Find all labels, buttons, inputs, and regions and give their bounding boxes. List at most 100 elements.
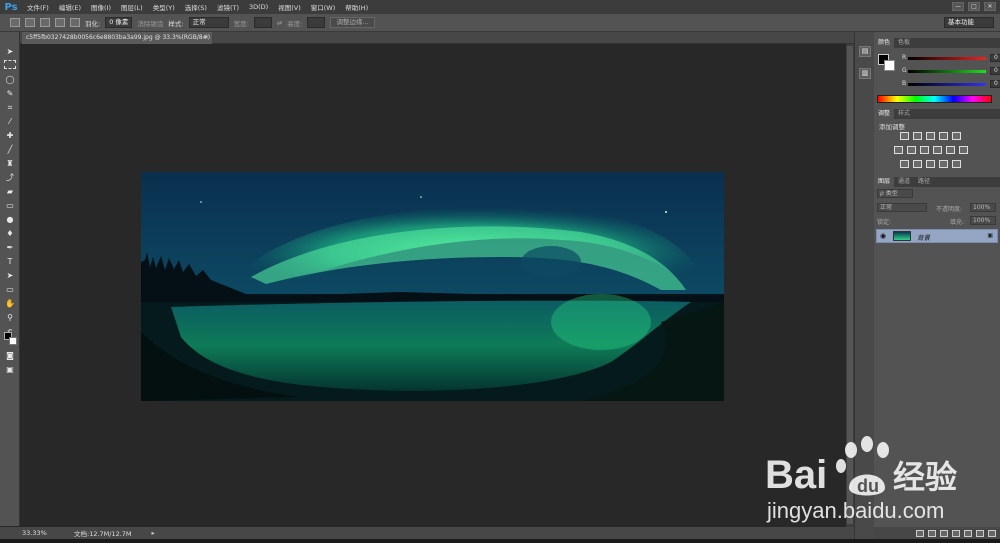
- opacity-input[interactable]: 100%: [970, 203, 996, 212]
- canvas-area[interactable]: [20, 44, 846, 527]
- menu-view[interactable]: 视图(V): [273, 2, 306, 12]
- group-icon[interactable]: [964, 529, 972, 537]
- add-mask-icon[interactable]: [940, 529, 948, 537]
- close-window-button[interactable]: ✕: [984, 2, 996, 11]
- minimize-button[interactable]: —: [952, 2, 964, 11]
- tool-preset-icon[interactable]: [10, 18, 20, 27]
- delete-layer-icon[interactable]: [988, 529, 996, 537]
- history-panel-icon[interactable]: ▤: [859, 46, 871, 57]
- layer-filter-select[interactable]: ρ 类型: [877, 189, 913, 198]
- gradient-map-icon[interactable]: [939, 160, 948, 168]
- menu-edit[interactable]: 编辑(E): [54, 2, 86, 12]
- clone-stamp-icon[interactable]: ♜: [4, 158, 16, 169]
- curves-icon[interactable]: [926, 132, 935, 140]
- height-input[interactable]: [307, 17, 326, 28]
- red-slider[interactable]: [908, 57, 986, 60]
- blue-slider[interactable]: [908, 83, 986, 86]
- menu-help[interactable]: 帮助(H): [340, 2, 373, 12]
- status-menu-arrow[interactable]: ▸: [152, 529, 155, 537]
- hue-saturation-icon[interactable]: [894, 146, 903, 154]
- crop-tool-icon[interactable]: ⌗: [4, 102, 16, 113]
- properties-panel-icon[interactable]: ▥: [859, 68, 871, 79]
- menu-file[interactable]: 文件(F): [22, 2, 54, 12]
- selective-color-icon[interactable]: [952, 160, 961, 168]
- vibrance-icon[interactable]: [952, 132, 961, 140]
- layer-row-background[interactable]: ◉ 背景 ▣: [876, 229, 998, 243]
- layer-style-icon[interactable]: [928, 529, 936, 537]
- adjustment-layer-icon[interactable]: [952, 529, 960, 537]
- photo-filter-icon[interactable]: [933, 146, 942, 154]
- move-tool-icon[interactable]: ➤: [4, 46, 16, 57]
- document-tab[interactable]: c5ff5fb0327428b0056c6e8803ba3a99.jpg @ 3…: [22, 32, 212, 44]
- background-color-swatch[interactable]: [9, 337, 17, 345]
- levels-icon[interactable]: [913, 132, 922, 140]
- quick-mask-icon[interactable]: ◙: [4, 350, 16, 361]
- hand-tool-icon[interactable]: ✋: [4, 298, 16, 309]
- tab-adjustments[interactable]: 调整: [874, 109, 895, 119]
- green-value[interactable]: 0: [990, 67, 1000, 75]
- color-lookup-icon[interactable]: [959, 146, 968, 154]
- eye-icon[interactable]: ◉: [880, 232, 886, 240]
- exposure-icon[interactable]: [939, 132, 948, 140]
- maximize-button[interactable]: □: [968, 2, 980, 11]
- antialias-checkbox[interactable]: 消除锯齿: [137, 18, 163, 28]
- add-selection-icon[interactable]: [40, 18, 50, 27]
- threshold-icon[interactable]: [926, 160, 935, 168]
- subtract-selection-icon[interactable]: [55, 18, 65, 27]
- fill-input[interactable]: 100%: [970, 216, 996, 225]
- menu-image[interactable]: 图像(I): [86, 2, 116, 12]
- menu-select[interactable]: 选择(S): [180, 2, 212, 12]
- menu-3d[interactable]: 3D(D): [244, 3, 273, 11]
- link-layers-icon[interactable]: [916, 529, 924, 537]
- brush-tool-icon[interactable]: ╱: [4, 144, 16, 155]
- intersect-selection-icon[interactable]: [70, 18, 80, 27]
- close-icon[interactable]: ×: [204, 32, 209, 44]
- tab-swatches[interactable]: 色板: [894, 38, 914, 48]
- black-white-icon[interactable]: [920, 146, 929, 154]
- screen-mode-icon[interactable]: ▣: [4, 364, 16, 375]
- new-selection-icon[interactable]: [25, 18, 35, 27]
- posterize-icon[interactable]: [913, 160, 922, 168]
- menu-window[interactable]: 窗口(W): [306, 2, 341, 12]
- zoom-level[interactable]: 33.33%: [20, 529, 47, 537]
- tab-paths[interactable]: 路径: [914, 177, 934, 187]
- tab-color[interactable]: 颜色: [874, 38, 895, 48]
- dodge-tool-icon[interactable]: ♦: [4, 228, 16, 239]
- tab-layers[interactable]: 图层: [874, 177, 895, 187]
- marquee-tool-icon[interactable]: [4, 60, 16, 69]
- history-brush-icon[interactable]: ⤴: [4, 172, 16, 183]
- tab-styles[interactable]: 样式: [894, 109, 914, 119]
- pen-tool-icon[interactable]: ✒: [4, 242, 16, 253]
- color-spectrum-bar[interactable]: [877, 95, 992, 103]
- refine-edge-button[interactable]: 调整边缘...: [330, 17, 375, 28]
- width-input[interactable]: [253, 17, 272, 28]
- layer-name[interactable]: 背景: [917, 232, 930, 242]
- blue-value[interactable]: 0: [990, 80, 1000, 88]
- healing-brush-icon[interactable]: ✚: [4, 130, 16, 141]
- eyedropper-tool-icon[interactable]: ⁄: [4, 116, 16, 127]
- color-balance-icon[interactable]: [907, 146, 916, 154]
- red-value[interactable]: 0: [990, 54, 1000, 62]
- menu-filter[interactable]: 滤镜(T): [212, 2, 244, 12]
- eraser-tool-icon[interactable]: ▰: [4, 186, 16, 197]
- workspace-select[interactable]: 基本功能: [944, 17, 994, 28]
- style-select[interactable]: 正常: [188, 17, 229, 28]
- lasso-tool-icon[interactable]: ◯: [4, 74, 16, 85]
- shape-tool-icon[interactable]: ▭: [4, 284, 16, 295]
- feather-input[interactable]: 0 像素: [105, 17, 133, 28]
- brightness-icon[interactable]: [900, 132, 909, 140]
- type-tool-icon[interactable]: T: [4, 256, 16, 267]
- quick-select-tool-icon[interactable]: ✎: [4, 88, 16, 99]
- menu-type[interactable]: 类型(Y): [148, 2, 180, 12]
- swap-icon[interactable]: ⇄: [277, 19, 282, 27]
- tab-channels[interactable]: 通道: [894, 177, 914, 187]
- blur-tool-icon[interactable]: ●: [4, 214, 16, 225]
- color-background-swatch[interactable]: [884, 60, 895, 71]
- aurora-photo[interactable]: [141, 172, 724, 401]
- new-layer-icon[interactable]: [976, 529, 984, 537]
- gradient-tool-icon[interactable]: ▭: [4, 200, 16, 211]
- blend-mode-select[interactable]: 正常: [877, 203, 927, 212]
- path-select-icon[interactable]: ➤: [4, 270, 16, 281]
- menu-layer[interactable]: 图层(L): [116, 2, 148, 12]
- channel-mixer-icon[interactable]: [946, 146, 955, 154]
